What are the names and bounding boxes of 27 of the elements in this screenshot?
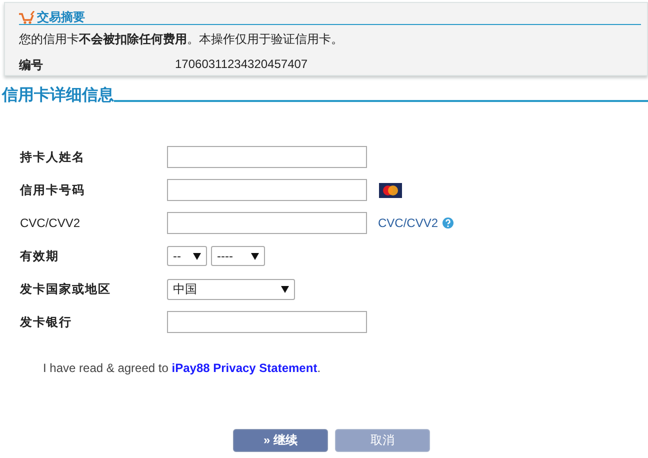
year-dropdown[interactable]: ---- (211, 246, 265, 266)
dropdown-arrow-icon (251, 252, 259, 260)
month-dropdown[interactable]: -- (167, 246, 207, 266)
notice-text: 您的信用卡不会被扣除任何费用。本操作仅用于验证信用卡。 (19, 31, 344, 48)
cart-icon (19, 11, 35, 24)
field-label: 发卡银行 (20, 314, 73, 330)
text-field[interactable] (167, 179, 367, 201)
field-label: 发卡国家或地区 (20, 280, 112, 298)
text-field[interactable] (167, 311, 367, 333)
section-title: 信用卡详细信息 (0, 85, 114, 106)
field-label: 有效期 (20, 248, 60, 264)
help-icon[interactable] (442, 217, 454, 229)
help-label: CVC/CVV2 (378, 216, 438, 230)
text-field[interactable] (167, 146, 367, 168)
privacy-link[interactable]: iPay88 Privacy Statement (172, 361, 318, 375)
dropdown-arrow-icon (193, 252, 201, 260)
reference-label: 编号 (19, 57, 44, 74)
dropdown-arrow-icon (281, 286, 289, 292)
agreement-text: I have read & agreed to iPay88 Privacy Statement. (43, 361, 322, 375)
text-field[interactable] (167, 212, 367, 234)
reference-number: 17060311234320457407 (175, 57, 308, 73)
summary-title: 交易摘要 (37, 10, 85, 24)
field-label: CVC/CVV2 (20, 216, 82, 230)
country-dropdown[interactable]: 中国 (167, 278, 295, 300)
field-label: 信用卡号码 (20, 182, 86, 198)
continue-button[interactable]: » 继续 (233, 429, 328, 452)
field-label: 持卡人姓名 (20, 148, 86, 166)
